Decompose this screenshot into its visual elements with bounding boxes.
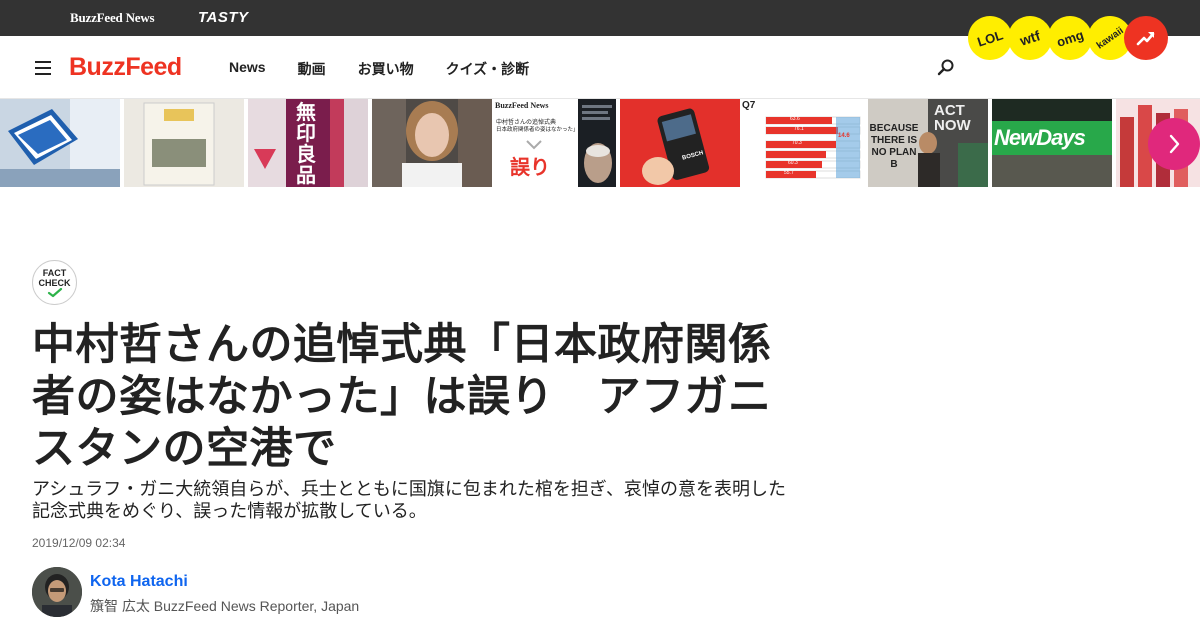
survey-value-3: 14.6: [838, 133, 850, 139]
thumbnail-survey[interactable]: Q7 63.6 76.1 14.6 70.3 60.3 55.7: [740, 99, 866, 187]
survey-value-5: 60.3: [788, 160, 798, 166]
arrow-down-icon: [526, 140, 542, 150]
screenshot-image: [578, 99, 616, 187]
survey-value-4: 70.3: [792, 140, 802, 146]
protest-sign-text: BECAUSE THERE IS NO PLAN B: [869, 123, 919, 170]
thumbnail-muji[interactable]: 無印良品: [248, 99, 368, 187]
chevron-right-icon: [1169, 134, 1180, 154]
thumbnail-protest[interactable]: ACT NOW BECAUSE THERE IS NO PLAN B: [868, 99, 988, 187]
nav-link-news[interactable]: News: [229, 59, 266, 79]
tasty-link[interactable]: TASTY: [198, 9, 249, 26]
fact-check-badge: FACT CHECK: [32, 260, 77, 305]
newdays-sign-text: NewDays: [994, 125, 1086, 150]
survey-value-6: 55.7: [784, 170, 794, 176]
author-avatar[interactable]: [32, 567, 82, 617]
thumbnail-bosch[interactable]: BOSCH: [620, 99, 740, 187]
thumbnail-lawson[interactable]: [0, 99, 120, 187]
portrait-image: [372, 99, 492, 187]
thumb-false-label: 誤り: [510, 157, 550, 179]
fact-check-line2: CHECK: [38, 277, 71, 288]
search-icon[interactable]: [936, 58, 956, 78]
trending-badge[interactable]: [1124, 16, 1168, 60]
thumb-line2: 日本政府関係者の姿はなかった」: [496, 127, 578, 133]
protest-top-text: ACT NOW: [934, 102, 971, 134]
survey-value-1: 63.6: [790, 116, 800, 122]
fact-check-line1: FACT: [42, 267, 67, 278]
trending-thumbnail-strip: 無印良品 BuzzFeed News 中村哲さんの追悼式典 日本政府関係者の姿は…: [0, 99, 1200, 187]
survey-bar-chart: [765, 116, 861, 179]
article-dek: アシュラフ・ガニ大統領自らが、兵士とともに国旗に包まれた棺を担ぎ、哀悼の意を表明…: [32, 479, 787, 521]
thumbnail-factcheck[interactable]: BuzzFeed News 中村哲さんの追悼式典 日本政府関係者の姿はなかった」…: [492, 99, 616, 187]
thumbnail-book[interactable]: [124, 99, 244, 187]
thumbnail-person[interactable]: [372, 99, 492, 187]
nav-link-shopping[interactable]: お買い物: [358, 59, 414, 79]
page-title: 中村哲さんの追悼式典「日本政府関係者の姿はなかった」は誤り アフガニスタンの空港…: [32, 321, 772, 473]
survey-value-2: 76.1: [794, 126, 804, 132]
thumbnail-newdays[interactable]: NewDays: [992, 99, 1112, 187]
nav-links: News 動画 お買い物 クイズ・診断: [229, 59, 561, 79]
thumb-brand: BuzzFeed News: [495, 101, 549, 110]
bosch-device-image: [620, 99, 740, 187]
book-cover-image: [124, 99, 244, 187]
nav-link-quiz[interactable]: クイズ・診断: [446, 59, 530, 79]
main-nav: BuzzFeed News 動画 お買い物 クイズ・診断 LOL wtf omg…: [0, 7, 1200, 99]
muji-sign-text: 無印良品: [296, 102, 316, 187]
trending-arrow-icon: [1136, 32, 1155, 46]
hamburger-icon[interactable]: [35, 61, 51, 75]
buzzfeed-logo[interactable]: BuzzFeed: [69, 53, 182, 82]
publish-timestamp: 2019/12/09 02:34: [32, 536, 126, 550]
author-photo: [32, 567, 82, 617]
reaction-badges: LOL wtf omg kawaii: [962, 7, 1168, 69]
strip-next-button[interactable]: [1148, 118, 1200, 170]
author-role: 籏智 広太 BuzzFeed News Reporter, Japan: [90, 598, 360, 614]
author-name-link[interactable]: Kota Hatachi: [90, 573, 188, 591]
buzzfeed-news-link[interactable]: BuzzFeed News: [70, 10, 155, 26]
nav-link-video[interactable]: 動画: [298, 59, 326, 79]
checkmark-icon: [47, 287, 62, 297]
lawson-sign-image: [0, 99, 120, 187]
